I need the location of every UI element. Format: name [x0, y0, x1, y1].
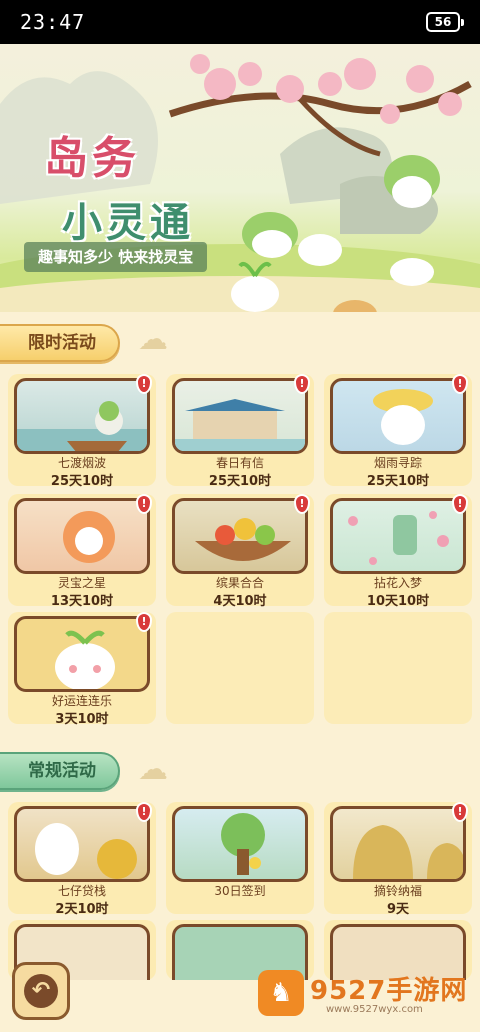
activity-thumbnail: [330, 498, 466, 574]
activity-time-left: 9天: [386, 902, 410, 917]
cloud-swirl-icon: ☁: [138, 322, 168, 357]
status-time: 23:47: [20, 10, 86, 34]
banner-title: 岛务 小灵通: [44, 122, 204, 248]
activity-time-left: 25天10时: [50, 474, 114, 489]
activity-name: 摘铃纳福: [373, 884, 422, 898]
activity-thumbnail: [14, 378, 150, 454]
back-button[interactable]: ↶: [12, 962, 70, 1020]
back-arrow-icon: ↶: [24, 974, 58, 1008]
activity-card[interactable]: ! 好运连连乐 3天10时: [8, 612, 156, 727]
activity-card[interactable]: ! 摘铃纳福 9天: [324, 802, 472, 917]
activity-card[interactable]: ! 七渡烟波 25天10时: [8, 374, 156, 489]
activity-thumbnail: [330, 806, 466, 882]
activity-name: 缤果合合: [215, 576, 264, 590]
activity-card[interactable]: ! 灵宝之星 13天10时: [8, 494, 156, 609]
activity-time-left: 4天10时: [213, 594, 267, 609]
activity-name: 烟雨寻踪: [373, 456, 422, 470]
site-watermark: ♞ 9527手游网 www.9527wyx.com: [256, 968, 466, 1024]
activity-name: 七渡烟波: [57, 456, 106, 470]
banner-title-line1: 岛务: [44, 133, 140, 184]
horse-icon: ♞: [258, 970, 304, 1016]
activity-time-left: 3天10时: [55, 712, 109, 727]
activity-name: 拈花入梦: [373, 576, 422, 590]
section-title-regular: 常规活动: [0, 752, 120, 790]
cloud-swirl-icon: ☁: [138, 752, 168, 787]
section-title-limited: 限时活动: [0, 324, 120, 362]
empty-card-slot: [324, 612, 472, 724]
watermark-url: www.9527wyx.com: [326, 1004, 423, 1015]
activity-name: 七仔贷栈: [57, 884, 106, 898]
activity-card[interactable]: ! 拈花入梦 10天10时: [324, 494, 472, 609]
activity-card[interactable]: ! 烟雨寻踪 25天10时: [324, 374, 472, 489]
event-banner: 岛务 小灵通 趣事知多少 快来找灵宝: [0, 44, 480, 312]
activity-card[interactable]: ! 七仔贷栈 2天10时: [8, 802, 156, 917]
activity-time-left: 25天10时: [208, 474, 272, 489]
activity-card[interactable]: ! 春日有信 25天10时: [166, 374, 314, 489]
activity-name: 30日签到: [214, 884, 266, 898]
banner-title-line2: 小灵通: [62, 199, 194, 246]
activity-thumbnail: [14, 498, 150, 574]
activity-time-left: 2天10时: [55, 902, 109, 917]
activity-time-left: 13天10时: [50, 594, 114, 609]
activity-thumbnail: [172, 378, 308, 454]
activity-time-left: 25天10时: [366, 474, 430, 489]
activity-thumbnail: [172, 806, 308, 882]
battery-icon: 56: [426, 12, 464, 32]
activity-name: 春日有信: [215, 456, 264, 470]
activity-thumbnail: [172, 498, 308, 574]
activity-card[interactable]: ! 缤果合合 4天10时: [166, 494, 314, 609]
activity-thumbnail: [14, 616, 150, 692]
activity-thumbnail: [330, 378, 466, 454]
status-bar: 23:47 56: [0, 0, 480, 44]
activity-name: 灵宝之星: [57, 576, 106, 590]
banner-slogan: 趣事知多少 快来找灵宝: [24, 242, 208, 272]
activity-card[interactable]: 30日签到: [166, 802, 314, 914]
activity-thumbnail: [14, 806, 150, 882]
activity-time-left: 10天10时: [366, 594, 430, 609]
activity-name: 好运连连乐: [51, 694, 112, 708]
watermark-name: 9527手游网: [310, 976, 468, 1006]
empty-card-slot: [166, 612, 314, 724]
